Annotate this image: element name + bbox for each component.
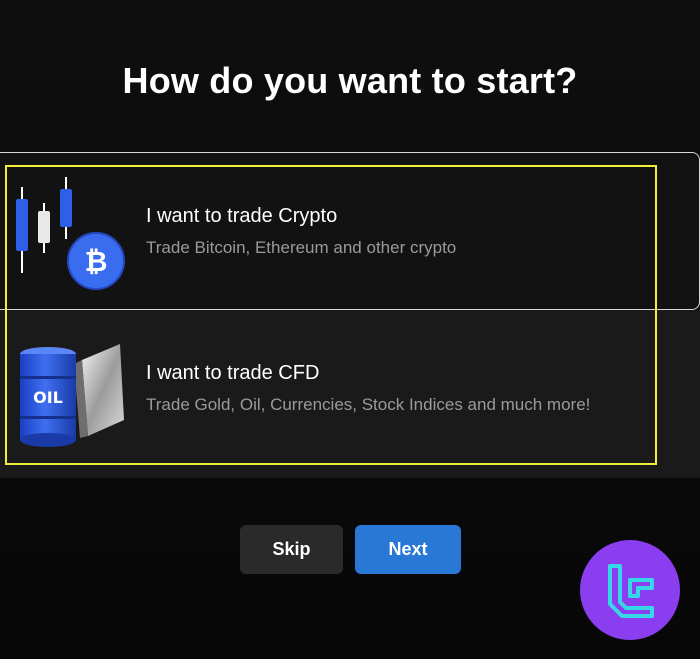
svg-text:₿: ₿ [85, 245, 108, 278]
crypto-candles-bitcoin-icon: ₿ [12, 175, 127, 295]
option-crypto-text: I want to trade Crypto Trade Bitcoin, Et… [146, 205, 456, 258]
oil-barrel-silver-icon: OIL [16, 340, 131, 465]
option-crypto-subtitle: Trade Bitcoin, Ethereum and other crypto [146, 238, 457, 257]
brand-logo-icon [580, 540, 680, 645]
option-cfd-title: I want to trade CFD [146, 362, 320, 384]
option-cfd-text: I want to trade CFD Trade Gold, Oil, Cur… [146, 362, 590, 415]
skip-button[interactable]: Skip [240, 525, 343, 574]
onboarding-screen: How do you want to start? ₿ I want to tr… [0, 0, 700, 659]
option-trade-cfd[interactable]: OIL I want to trade CFD Trade Gold, Oil,… [0, 310, 700, 478]
option-cfd-subtitle: Trade Gold, Oil, Currencies, Stock Indic… [146, 395, 591, 414]
barrel-label: OIL [33, 388, 63, 407]
next-button[interactable]: Next [355, 525, 461, 574]
option-trade-crypto[interactable]: ₿ I want to trade Crypto Trade Bitcoin, … [0, 152, 700, 310]
page-title: How do you want to start? [122, 60, 578, 101]
option-crypto-title: I want to trade Crypto [146, 205, 338, 227]
trade-options-list: ₿ I want to trade Crypto Trade Bitcoin, … [0, 152, 700, 478]
